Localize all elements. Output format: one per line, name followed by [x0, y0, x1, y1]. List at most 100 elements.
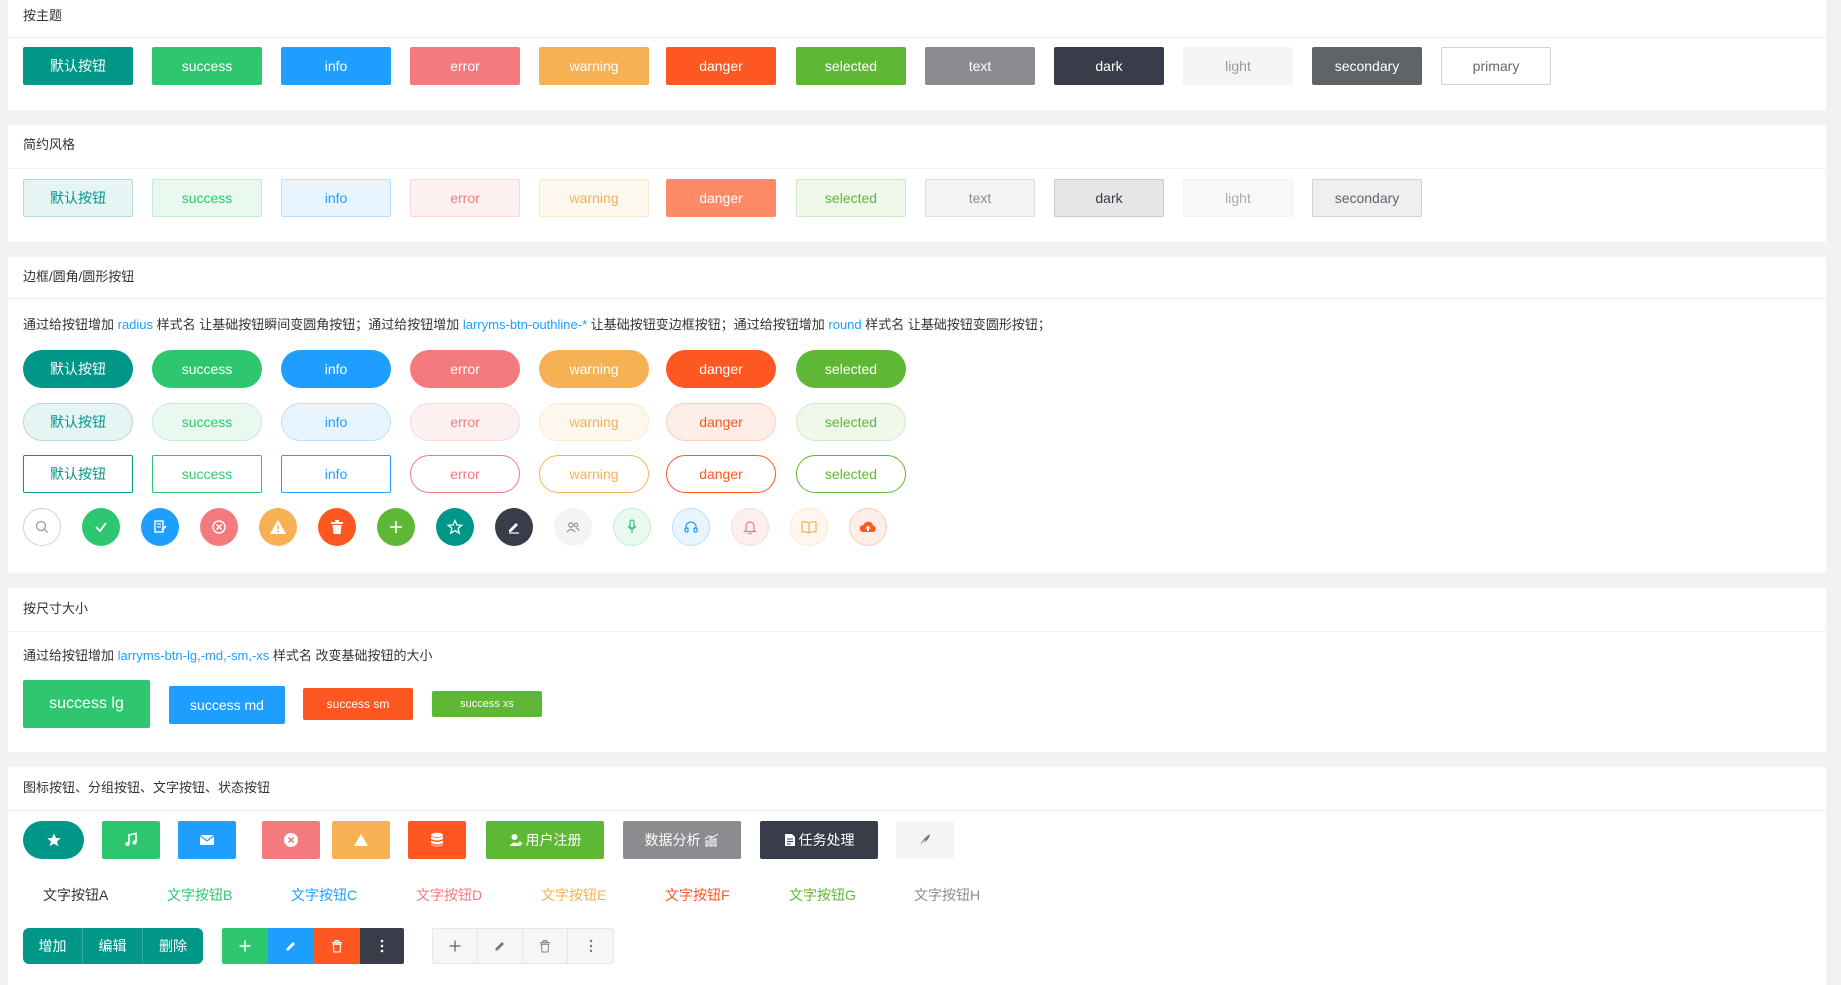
simple-dark-button[interactable]: dark	[1054, 179, 1164, 217]
feather-button[interactable]	[896, 821, 954, 859]
group-more-button[interactable]	[360, 928, 404, 964]
radius-light-selected-button[interactable]: selected	[796, 403, 906, 441]
group-delete-button[interactable]: 删除	[143, 928, 203, 964]
group-edit-button[interactable]: 编辑	[83, 928, 143, 964]
task-process-button[interactable]: 任务处理	[760, 821, 878, 859]
radius-light-danger-button[interactable]: danger	[666, 403, 776, 441]
theme-primary-button[interactable]: primary	[1441, 47, 1551, 85]
radius-error-button[interactable]: error	[410, 350, 520, 388]
outline-danger-button[interactable]: danger	[666, 455, 776, 493]
close-button[interactable]	[262, 821, 320, 859]
circle-mic-button[interactable]	[613, 508, 651, 546]
simple-light-button[interactable]: light	[1183, 179, 1293, 217]
mail-button[interactable]	[178, 821, 236, 859]
warning-button[interactable]	[332, 821, 390, 859]
text-button-c[interactable]: 文字按钮C	[291, 885, 357, 905]
simple-default-button[interactable]: 默认按钮	[23, 179, 133, 217]
text-button-b[interactable]: 文字按钮B	[167, 885, 232, 905]
group-light-trash-button[interactable]	[523, 929, 568, 963]
simple-success-button[interactable]: success	[152, 179, 262, 217]
button-group-text: 增加 编辑 删除	[23, 928, 203, 964]
outline-warning-button[interactable]: warning	[539, 455, 649, 493]
circle-trash-button[interactable]	[318, 508, 356, 546]
success-lg-button[interactable]: success lg	[23, 680, 150, 728]
circle-users-button[interactable]	[554, 508, 592, 546]
text-button-f[interactable]: 文字按钮F	[665, 885, 730, 905]
data-analysis-button[interactable]: 数据分析	[623, 821, 741, 859]
radius-default-button[interactable]: 默认按钮	[23, 350, 133, 388]
circle-star-button[interactable]	[436, 508, 474, 546]
radius-light-default-button[interactable]: 默认按钮	[23, 403, 133, 441]
theme-error-button[interactable]: error	[410, 47, 520, 85]
simple-secondary-button[interactable]: secondary	[1312, 179, 1422, 217]
success-md-button[interactable]: success md	[169, 686, 285, 724]
outline-selected-button[interactable]: selected	[796, 455, 906, 493]
simple-selected-button[interactable]: selected	[796, 179, 906, 217]
theme-secondary-button[interactable]: secondary	[1312, 47, 1422, 85]
user-add-icon	[509, 833, 523, 847]
simple-danger-button[interactable]: danger	[666, 179, 776, 217]
theme-dark-button[interactable]: dark	[1054, 47, 1164, 85]
theme-danger-button[interactable]: danger	[666, 47, 776, 85]
text-button-g[interactable]: 文字按钮G	[789, 885, 856, 905]
outline-error-button[interactable]: error	[410, 455, 520, 493]
group-light-pen-button[interactable]	[478, 929, 523, 963]
border-description: 通过给按钮增加 radius 样式名 让基础按钮瞬间变圆角按钮；通过给按钮增加 …	[23, 317, 1051, 332]
simple-text-button[interactable]: text	[925, 179, 1035, 217]
circle-check-button[interactable]	[82, 508, 120, 546]
music-button[interactable]	[102, 821, 160, 859]
outline-default-button[interactable]: 默认按钮	[23, 455, 133, 493]
text-button-d[interactable]: 文字按钮D	[416, 885, 482, 905]
radius-light-success-button[interactable]: success	[152, 403, 262, 441]
radius-light-error-button[interactable]: error	[410, 403, 520, 441]
outline-success-button[interactable]: success	[152, 455, 262, 493]
circle-pen-button[interactable]	[495, 508, 533, 546]
radius-warning-button[interactable]: warning	[539, 350, 649, 388]
success-sm-button[interactable]: success sm	[303, 688, 413, 720]
theme-light-button[interactable]: light	[1183, 47, 1293, 85]
radius-selected-button[interactable]: selected	[796, 350, 906, 388]
group-trash-button[interactable]	[314, 928, 360, 964]
circle-search-button[interactable]	[23, 508, 61, 546]
database-button[interactable]	[408, 821, 466, 859]
circle-book-button[interactable]	[790, 508, 828, 546]
user-register-button[interactable]: 用户注册	[486, 821, 604, 859]
circle-headset-button[interactable]	[672, 508, 710, 546]
simple-info-button[interactable]: info	[281, 179, 391, 217]
theme-selected-button[interactable]: selected	[796, 47, 906, 85]
text-button-h[interactable]: 文字按钮H	[914, 885, 980, 905]
section-title: 按主题	[8, 0, 1826, 38]
warning-icon	[353, 833, 369, 847]
simple-error-button[interactable]: error	[410, 179, 520, 217]
circle-plus-button[interactable]	[377, 508, 415, 546]
circle-warning-button[interactable]	[259, 508, 297, 546]
outline-info-button[interactable]: info	[281, 455, 391, 493]
theme-info-button[interactable]: info	[281, 47, 391, 85]
circle-close-button[interactable]	[200, 508, 238, 546]
radius-info-button[interactable]: info	[281, 350, 391, 388]
star-round-button[interactable]	[23, 821, 84, 859]
group-light-more-button[interactable]	[568, 929, 613, 963]
success-xs-button[interactable]: success xs	[432, 691, 542, 717]
radius-danger-button[interactable]: danger	[666, 350, 776, 388]
plus-icon	[449, 940, 461, 952]
text-button-e[interactable]: 文字按钮E	[541, 885, 606, 905]
group-pen-button[interactable]	[268, 928, 314, 964]
theme-success-button[interactable]: success	[152, 47, 262, 85]
group-plus-button[interactable]	[222, 928, 268, 964]
group-light-plus-button[interactable]	[433, 929, 478, 963]
book-icon	[801, 520, 817, 534]
theme-default-button[interactable]: 默认按钮	[23, 47, 133, 85]
group-add-button[interactable]: 增加	[23, 928, 83, 964]
theme-text-button[interactable]: text	[925, 47, 1035, 85]
radius-light-info-button[interactable]: info	[281, 403, 391, 441]
circle-bell-button[interactable]	[731, 508, 769, 546]
theme-warning-button[interactable]: warning	[539, 47, 649, 85]
circle-edit-doc-button[interactable]	[141, 508, 179, 546]
text-button-a[interactable]: 文字按钮A	[43, 885, 108, 905]
radius-light-warning-button[interactable]: warning	[539, 403, 649, 441]
simple-warning-button[interactable]: warning	[539, 179, 649, 217]
radius-success-button[interactable]: success	[152, 350, 262, 388]
document-icon	[784, 833, 796, 847]
circle-cloud-upload-button[interactable]	[849, 508, 887, 546]
